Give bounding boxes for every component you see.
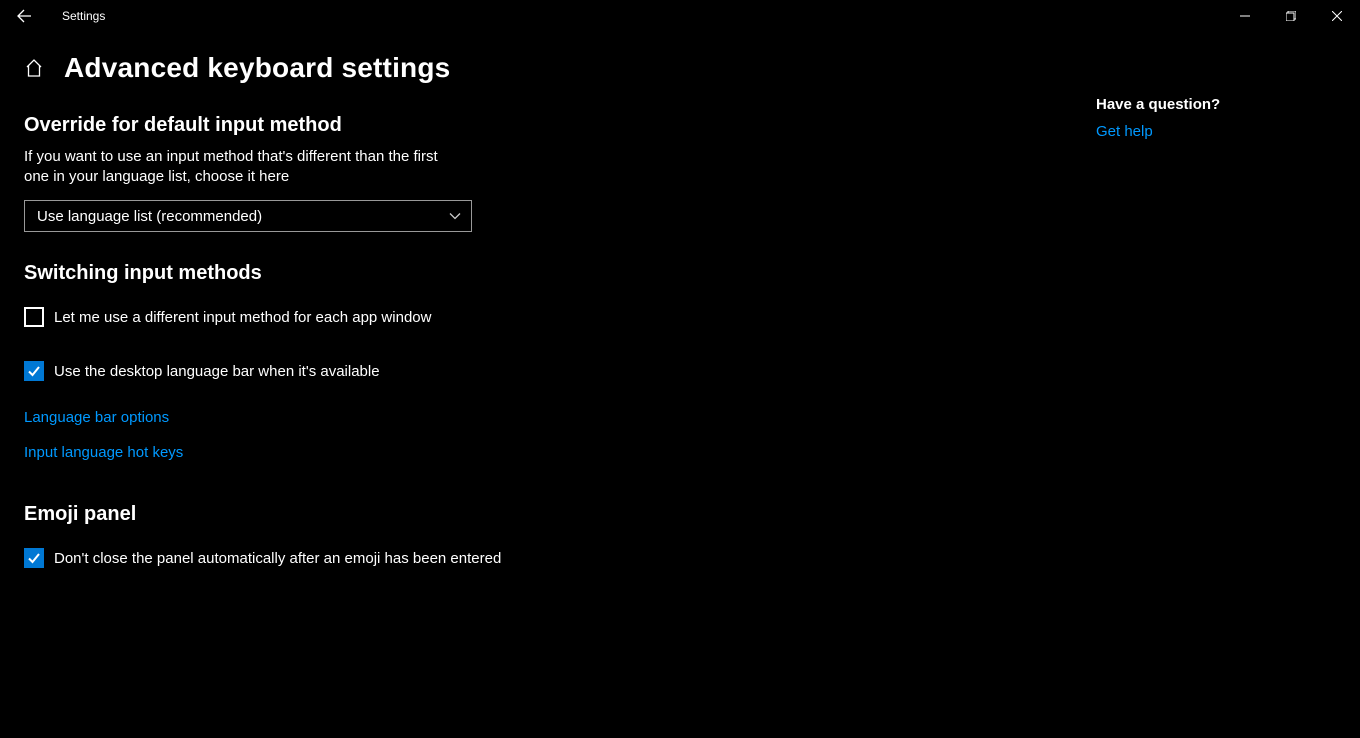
get-help-link[interactable]: Get help — [1096, 123, 1153, 140]
close-icon — [1332, 11, 1342, 21]
checkbox-label: Let me use a different input method for … — [54, 309, 431, 326]
minimize-icon — [1240, 11, 1250, 21]
emoji-section: Emoji panel Don't close the panel automa… — [24, 503, 1096, 568]
checkmark-icon — [27, 364, 41, 378]
maximize-icon — [1286, 11, 1296, 21]
checkbox-box — [24, 361, 44, 381]
titlebar-left: Settings — [0, 0, 105, 32]
chevron-down-icon — [449, 210, 461, 222]
checkmark-icon — [27, 551, 41, 565]
minimize-button[interactable] — [1222, 0, 1268, 32]
emoji-autoclose-checkbox[interactable]: Don't close the panel automatically afte… — [24, 548, 1096, 568]
close-button[interactable] — [1314, 0, 1360, 32]
input-language-hotkeys-link[interactable]: Input language hot keys — [24, 444, 1096, 461]
back-button[interactable] — [0, 0, 48, 32]
home-icon — [24, 58, 44, 78]
help-heading: Have a question? — [1096, 96, 1220, 113]
checkbox-box — [24, 548, 44, 568]
maximize-button[interactable] — [1268, 0, 1314, 32]
page-header: Advanced keyboard settings — [24, 52, 1096, 84]
desktop-language-bar-checkbox[interactable]: Use the desktop language bar when it's a… — [24, 361, 1096, 381]
checkbox-label: Use the desktop language bar when it's a… — [54, 363, 380, 380]
app-title: Settings — [62, 9, 105, 23]
per-app-input-checkbox[interactable]: Let me use a different input method for … — [24, 307, 1096, 327]
input-method-dropdown[interactable]: Use language list (recommended) — [24, 200, 472, 232]
override-description: If you want to use an input method that'… — [24, 147, 464, 186]
checkbox-label: Don't close the panel automatically afte… — [54, 550, 501, 567]
switching-heading: Switching input methods — [24, 262, 1096, 285]
checkbox-box — [24, 307, 44, 327]
main-column: Advanced keyboard settings Override for … — [24, 52, 1096, 568]
titlebar: Settings — [0, 0, 1360, 32]
side-column: Have a question? Get help — [1096, 52, 1220, 568]
dropdown-value: Use language list (recommended) — [37, 208, 262, 225]
arrow-left-icon — [16, 8, 32, 24]
content-area: Advanced keyboard settings Override for … — [0, 32, 1360, 568]
override-heading: Override for default input method — [24, 114, 1096, 137]
emoji-heading: Emoji panel — [24, 503, 1096, 526]
language-bar-options-link[interactable]: Language bar options — [24, 409, 1096, 426]
home-button[interactable] — [24, 58, 44, 78]
page-title: Advanced keyboard settings — [64, 52, 450, 84]
window-controls — [1222, 0, 1360, 32]
